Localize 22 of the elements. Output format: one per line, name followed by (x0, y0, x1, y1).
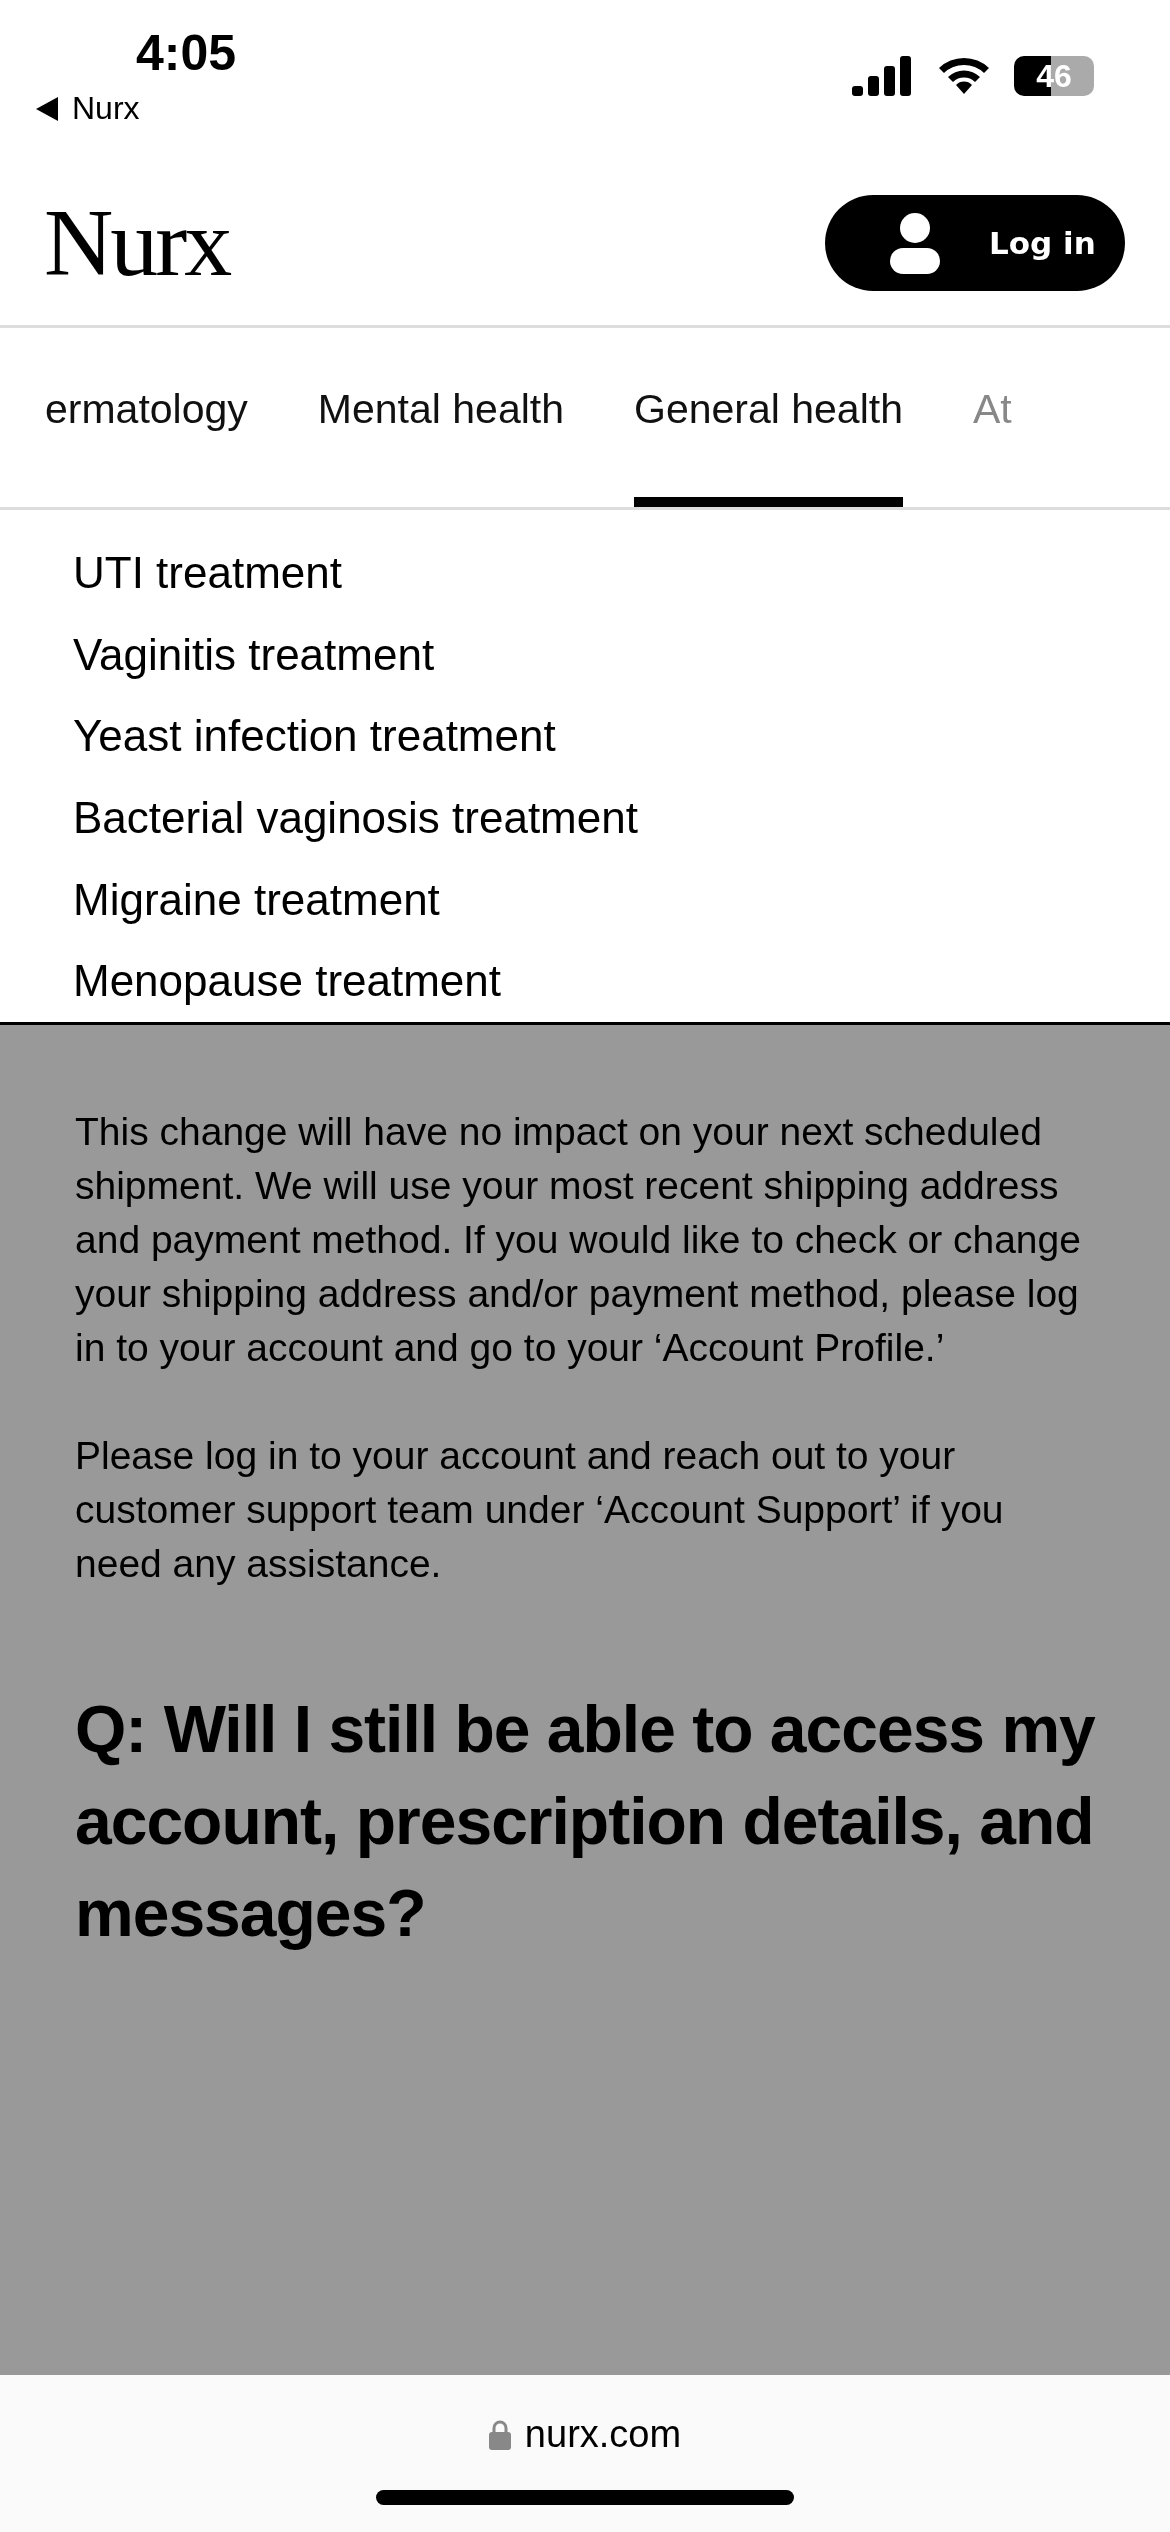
signal-icon (852, 56, 914, 96)
status-time: 4:05 (136, 24, 237, 82)
menu-link[interactable]: Menopause treatment (73, 940, 1170, 1023)
menu-link[interactable]: Vaginitis treatment (73, 613, 1170, 696)
login-button[interactable]: Log in (825, 194, 1125, 291)
paragraph: Please log in to your account and reach out to your customer support team under ‘Account Support’ if you need any assistance. (75, 1433, 1005, 1587)
category-tab[interactable]: Mental health (317, 328, 564, 507)
menu-link[interactable]: UTI treatment (73, 532, 1170, 614)
question-heading: Q: Will I still be able to access my account, prescription details, and messages? (75, 1691, 1097, 1952)
back-link[interactable]: Nurx (36, 90, 140, 127)
category-tab[interactable]: At (972, 328, 1012, 507)
menu-link[interactable]: Bacterial vaginosis treatment (73, 777, 1170, 859)
menu-link[interactable]: Yeast infection treatment (73, 695, 1170, 777)
paragraph: This change will have no impact on your next scheduled shipment. We will use your most recent shipping address and payment method. If you would like to check or change your shipping address and/or payment method, please log in to your account and go to your ‘Account Profile.’ (75, 1109, 1082, 1371)
person-icon (889, 211, 941, 274)
category-tab[interactable]: ermatology (45, 328, 248, 507)
url-text[interactable]: nurx.com (524, 2413, 682, 2456)
back-triangle-icon (36, 96, 58, 121)
category-tab[interactable]: General health (634, 328, 903, 507)
menu-link[interactable]: Migraine treatment (73, 858, 1170, 941)
lock-icon (488, 2419, 511, 2450)
logo: Nurx (44, 188, 230, 298)
